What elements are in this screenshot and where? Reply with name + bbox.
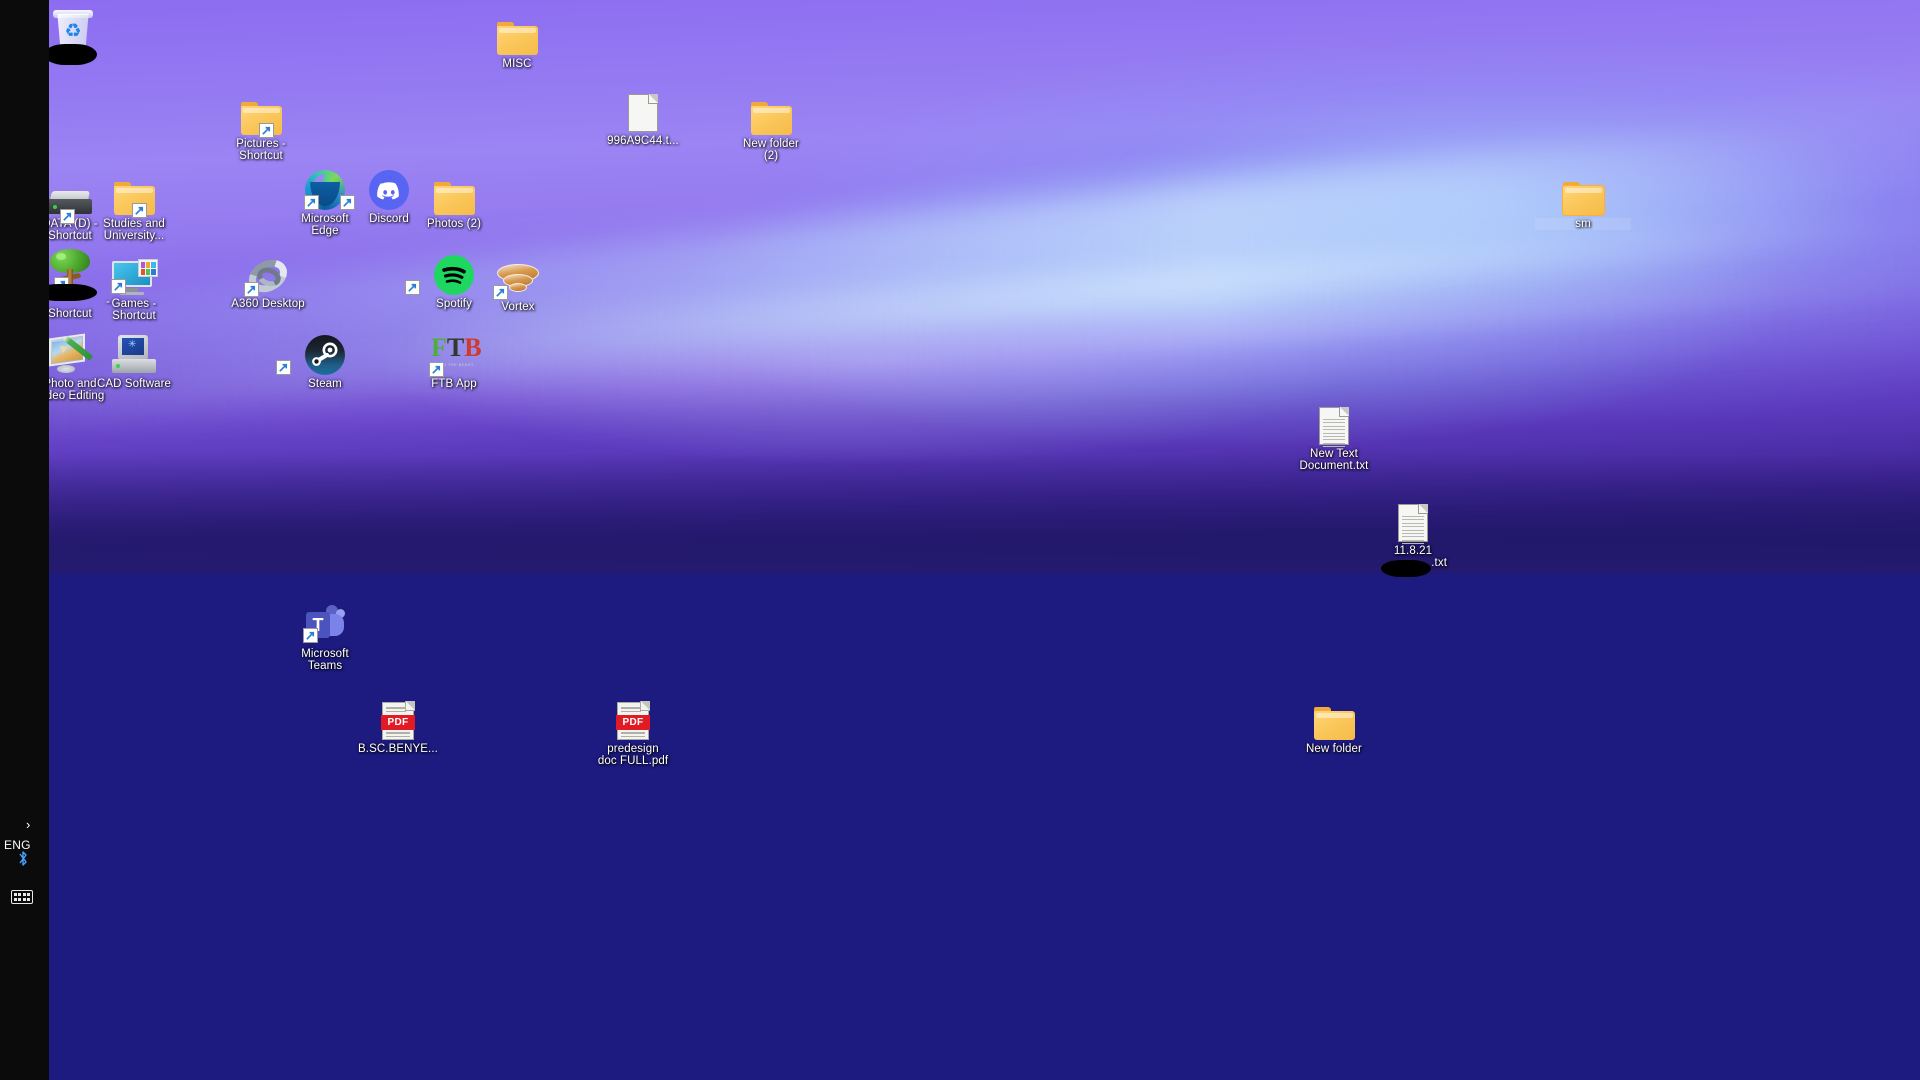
text-file-icon xyxy=(1286,395,1382,448)
shortcut-arrow-icon xyxy=(429,362,444,377)
desktop-icon-label: sm xyxy=(1535,218,1631,231)
desktop-icon-games[interactable]: Games - Shortcut xyxy=(86,245,182,323)
folder-icon xyxy=(406,165,502,215)
desktop-icon-cad-software[interactable]: CAD Software xyxy=(86,325,182,390)
steam-icon xyxy=(276,325,373,375)
shortcut-arrow-icon xyxy=(405,280,420,295)
shortcut-arrow-icon xyxy=(493,285,508,300)
shortcut-arrow-icon xyxy=(276,360,291,375)
shortcut-arrow-icon xyxy=(304,195,319,210)
desktop-icon-label: B.SC.BENYE... xyxy=(358,743,438,755)
shortcut-arrow-icon xyxy=(54,277,69,292)
folder-icon xyxy=(723,85,819,135)
desktop-icon-ftb-app[interactable]: FTB FEED THE BEAST FTB App xyxy=(406,325,502,390)
desktop-icon-dated-txt[interactable]: 11.8.21 .txt xyxy=(1365,492,1461,570)
desktop-icon-label: CAD Software xyxy=(96,378,172,390)
shortcut-arrow-icon xyxy=(258,123,274,138)
desktop-icon-txtfile-996[interactable]: 996A9C44.t... xyxy=(595,82,691,147)
ftb-letter-f: F xyxy=(431,333,447,362)
keyboard-icon[interactable] xyxy=(11,890,33,904)
desktop-icon-label: Vortex xyxy=(501,301,535,313)
desktop-icon-new-text-doc[interactable]: New Text Document.txt xyxy=(1286,395,1382,473)
shortcut-arrow-icon xyxy=(303,628,318,643)
shortcut-arrow-icon xyxy=(111,279,126,294)
desktop-icon-sm[interactable]: sm xyxy=(1535,165,1631,231)
text-file-icon xyxy=(595,82,691,132)
folder-icon xyxy=(1535,165,1631,216)
text-file-icon xyxy=(1365,492,1461,545)
desktop-icon-misc[interactable]: MISC xyxy=(469,5,565,70)
shortcut-arrow-icon xyxy=(131,203,147,218)
folder-icon xyxy=(213,85,309,138)
desktop-icon-label: Studies and University... xyxy=(103,218,165,243)
desktop-icon-label: FTB App xyxy=(431,378,477,390)
desktop-icon-label: New folder (2) xyxy=(743,138,799,163)
desktop-icon-bsc-pdf[interactable]: PDF B.SC.BENYE... xyxy=(350,690,446,755)
desktop-icon-label: 996A9C44.t... xyxy=(607,135,679,147)
vortex-icon xyxy=(470,248,566,300)
bluetooth-icon[interactable] xyxy=(17,850,29,870)
ftb-letter-b: B xyxy=(464,333,482,362)
folder-icon xyxy=(86,165,182,218)
desktop-icon-studies[interactable]: Studies and University... xyxy=(86,165,182,243)
desktop-icon-label: MISC xyxy=(502,58,532,70)
desktop-icon-label: predesign doc FULL.pdf xyxy=(597,743,669,768)
folder-icon xyxy=(1286,690,1382,740)
games-monitor-icon xyxy=(86,245,182,295)
desktop-icon-ms-teams[interactable]: T Microsoft Teams xyxy=(277,595,373,673)
desktop-icon-label: Steam xyxy=(308,378,342,390)
pdf-file-icon: PDF xyxy=(585,690,681,740)
desktop-icon-label: A360 Desktop xyxy=(231,298,305,310)
desktop-icon-photos-2[interactable]: Photos (2) xyxy=(406,165,502,230)
desktop-icon-label: 11.8.21 .txt xyxy=(1393,545,1447,570)
shortcut-arrow-icon xyxy=(340,195,355,210)
left-black-bar xyxy=(0,0,49,1080)
desktop-icon-label: Games - Shortcut xyxy=(111,298,157,323)
ftb-letter-t: T xyxy=(446,333,465,362)
shortcut-arrow-icon xyxy=(244,282,259,297)
system-tray-area: › ENG xyxy=(0,817,49,1080)
desktop-icon-new-folder-2[interactable]: New folder (2) xyxy=(723,85,819,163)
folder-icon xyxy=(469,5,565,55)
desktop-icon-label: New Text Document.txt xyxy=(1299,448,1369,473)
chevron-right-icon[interactable]: › xyxy=(26,817,30,832)
cad-software-icon xyxy=(86,325,182,375)
desktop-icon-steam[interactable]: Steam xyxy=(276,325,373,390)
desktop-icon-new-folder[interactable]: New folder xyxy=(1286,690,1382,755)
ftb-app-icon: FTB FEED THE BEAST xyxy=(406,325,502,377)
desktop-icon-label: Photos (2) xyxy=(426,218,482,230)
desktop-icon-pictures[interactable]: Pictures - Shortcut xyxy=(213,85,309,163)
desktop-icon-vortex[interactable]: Vortex xyxy=(470,248,566,313)
desktop-icon-a360[interactable]: A360 Desktop xyxy=(213,245,323,310)
desktop-icon-label: Microsoft Teams xyxy=(301,648,349,673)
desktop-icon-predesign-pdf[interactable]: PDF predesign doc FULL.pdf xyxy=(585,690,681,768)
desktop-wallpaper xyxy=(49,0,1920,573)
pdf-file-icon: PDF xyxy=(350,690,446,740)
a360-icon xyxy=(213,245,323,299)
microsoft-teams-icon: T xyxy=(277,595,373,645)
desktop-icon-label: New folder xyxy=(1306,743,1362,755)
wallpaper-dark-band xyxy=(49,453,1920,573)
shortcut-arrow-icon xyxy=(60,209,75,224)
